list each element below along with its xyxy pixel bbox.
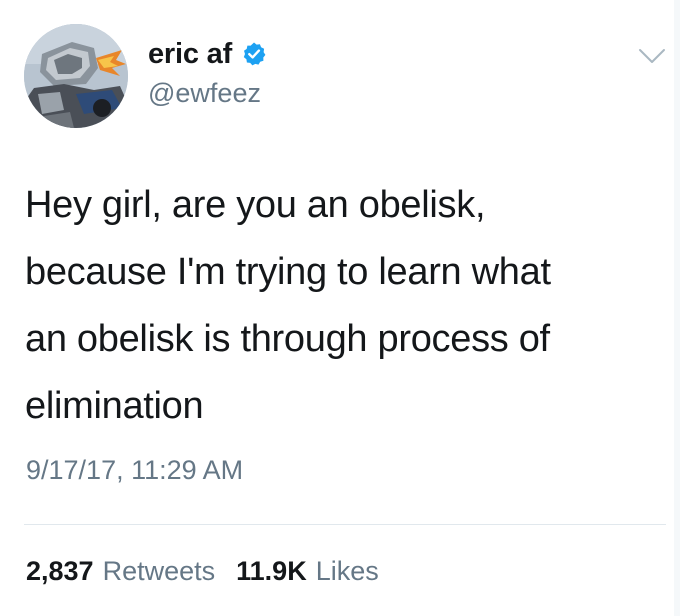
edge-strip — [674, 0, 680, 616]
tweet-text-line: Hey girl, are you an obelisk, — [25, 184, 486, 226]
author-handle[interactable]: @ewfeez — [148, 78, 261, 109]
tweet-text-line: because I'm trying to learn what — [25, 251, 551, 293]
robot-monster-avatar-icon — [24, 24, 128, 128]
retweets-label[interactable]: Retweets — [103, 556, 216, 587]
tweet-text-line: an obelisk is through process of — [25, 318, 550, 360]
divider — [24, 524, 666, 525]
display-name[interactable]: eric af — [148, 38, 232, 71]
tweet-card: eric af @ewfeez Hey girl, are you an obe… — [0, 0, 680, 616]
tweet-text-line: elimination — [25, 385, 204, 427]
verified-badge-icon — [241, 41, 267, 67]
avatar[interactable] — [24, 24, 128, 128]
tweet-timestamp[interactable]: 9/17/17, 11:29 AM — [26, 455, 243, 486]
tweet-text: Hey girl, are you an obelisk, because I'… — [25, 172, 665, 440]
author-name-row: eric af — [148, 34, 267, 74]
tweet-stats: 2,837 Retweets 11.9K Likes — [26, 556, 379, 587]
likes-label[interactable]: Likes — [316, 556, 379, 587]
likes-count[interactable]: 11.9K — [236, 556, 307, 587]
retweets-count[interactable]: 2,837 — [26, 556, 94, 587]
chevron-down-icon[interactable] — [637, 46, 667, 68]
